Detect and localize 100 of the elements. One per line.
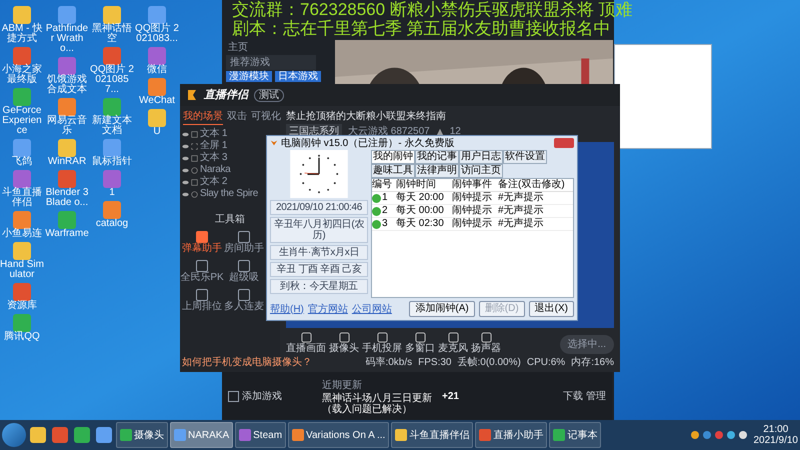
footer-link[interactable]: 公司网站 <box>352 302 392 316</box>
taskbar-button[interactable]: 摄像头 <box>116 422 168 448</box>
source-item[interactable]: Slay the Spire <box>200 188 258 200</box>
tool-label: 超级吸 <box>229 272 259 284</box>
filter-tag[interactable]: 日本游戏 <box>275 71 321 82</box>
alarm-tab[interactable]: 趣味工具 <box>371 164 415 178</box>
stat-text: FPS:30 <box>418 357 452 369</box>
taskbar-button[interactable]: 记事本 <box>549 422 602 448</box>
app-icon[interactable] <box>148 6 166 24</box>
alarm-tab[interactable]: 访问主页 <box>459 164 503 178</box>
control-button[interactable]: 多窗口 <box>405 332 435 354</box>
app-icon[interactable] <box>74 427 90 443</box>
start-button[interactable] <box>2 423 26 447</box>
stream-title: 禁止抢顶猪的大断粮小联盟来终指南 <box>286 110 446 124</box>
icon-label: Warframe <box>45 229 89 239</box>
taskbar-button[interactable]: 直播小助手 <box>475 422 548 448</box>
tool-icon[interactable] <box>238 260 250 272</box>
close-icon[interactable] <box>554 138 574 148</box>
table-cell-text: 每天 20:00 <box>396 192 445 204</box>
table-cell-text: #无声提示 <box>498 192 545 204</box>
control-icon <box>414 332 426 343</box>
scene-tab[interactable]: 双击 <box>227 109 247 125</box>
app-icon[interactable] <box>103 47 121 65</box>
clock-date: 2021/9/10 <box>754 435 798 446</box>
overlay-text: 剧本：志在千里第七季 第五届水友助曹接收报名中 <box>232 19 612 38</box>
icon-label: 黑神话悟空 <box>91 24 133 44</box>
source-item[interactable]: Naraka <box>200 164 230 176</box>
logo-icon <box>270 139 278 147</box>
control-button[interactable]: 摄像头 <box>329 332 359 354</box>
scene-tab[interactable]: 可视化 <box>251 109 281 125</box>
icon-label: 1 <box>108 188 116 198</box>
tool-icon[interactable] <box>238 289 250 301</box>
tool-icon[interactable] <box>196 260 208 272</box>
alarm-tab[interactable]: 我的记事 <box>415 150 459 164</box>
eye-icon[interactable] <box>182 180 189 184</box>
scene-tab[interactable]: 我的场景 <box>183 109 223 125</box>
source-item[interactable]: 全屏 1 <box>200 140 228 152</box>
icon-label: catalog <box>94 219 130 229</box>
app-icon[interactable] <box>30 427 46 443</box>
alarm-tab[interactable]: 用户日志 <box>459 150 503 164</box>
start-button[interactable]: 选择中... <box>560 335 614 354</box>
app-logo: 直播伴侣 <box>204 88 248 103</box>
column-header[interactable]: 闹钟事件 <box>452 179 498 192</box>
alarm-tab[interactable]: 法律声明 <box>415 164 459 178</box>
source-item[interactable]: 文本 1 <box>200 128 228 140</box>
news-headline[interactable]: 黑神话斗场八月三日更新（载入问题已解决） <box>322 392 432 414</box>
icon-label: Pathfinder Wrath o... <box>45 24 89 54</box>
tool-label: 全民乐PK <box>180 272 224 284</box>
eye-icon[interactable] <box>182 168 189 172</box>
filter-tag[interactable]: 漫游模块 <box>226 71 272 82</box>
tool-icon[interactable] <box>238 231 250 243</box>
icon-label: 飞鸽 <box>11 157 33 167</box>
control-button[interactable]: 扬声器 <box>471 332 501 354</box>
app-icon <box>120 429 132 441</box>
app-icon[interactable] <box>96 427 112 443</box>
eye-icon[interactable] <box>182 132 189 136</box>
eye-icon[interactable] <box>182 192 189 196</box>
taskbar-button[interactable]: Variations On A ... <box>288 422 390 448</box>
stat-text: CPU:6% <box>526 357 566 369</box>
app-icon <box>292 429 304 441</box>
alarm-tab[interactable]: 我的闹钟 <box>371 150 415 164</box>
app-icon[interactable] <box>52 427 68 443</box>
window-title: 电脑闹钟 v15.0（已注册）- 永久免费版 <box>281 136 454 150</box>
taskbar-button[interactable]: 斗鱼直播伴侣 <box>391 422 474 448</box>
tray-icons-drawing[interactable] <box>690 430 750 440</box>
download-link[interactable]: 下载 管理 <box>563 388 606 404</box>
app-icon[interactable] <box>58 98 76 116</box>
taskbar-button[interactable]: Steam <box>235 422 286 448</box>
column-header[interactable]: 编号 <box>372 179 396 192</box>
source-icon <box>191 142 198 150</box>
column-header[interactable]: 闹钟时间 <box>396 179 452 192</box>
tool-icon[interactable] <box>196 289 208 301</box>
control-button[interactable]: 直播画面 <box>286 332 326 354</box>
control-button[interactable]: 手机投屏 <box>362 332 402 354</box>
eye-icon[interactable] <box>182 156 189 160</box>
alarm-tab[interactable]: 软件设置 <box>503 150 547 164</box>
table-cell-text: 闹钟提示 <box>452 218 493 230</box>
source-icon <box>191 130 198 138</box>
app-icon <box>239 429 252 441</box>
icon-label: 新建文本文档 <box>91 116 133 136</box>
footer-link[interactable]: 帮助(H) <box>270 302 304 316</box>
taskbar-button[interactable]: NARAKA <box>170 422 234 448</box>
stat-text: 丢帧:0(0.00%) <box>457 357 521 369</box>
dialog-button[interactable]: 退出(X) <box>528 301 574 317</box>
dialog-button[interactable]: 添加闹钟(A) <box>409 301 475 317</box>
control-icon <box>480 332 492 343</box>
footer-link[interactable]: 官方网站 <box>308 302 348 316</box>
add-game-button[interactable]: 添加游戏 <box>228 388 282 404</box>
tip-link[interactable]: 如何把手机变成电脑摄像头？ <box>180 357 314 369</box>
icon-label: QQ图片 20210857... <box>90 65 134 95</box>
source-item[interactable]: 文本 2 <box>200 176 228 188</box>
news-tag: 近期更新 <box>322 378 432 392</box>
eye-icon[interactable] <box>182 144 189 148</box>
table-cell-text: 每天 02:30 <box>396 218 445 230</box>
search-field[interactable]: 推荐游戏 <box>226 55 316 70</box>
control-button[interactable]: 麦克风 <box>438 332 468 354</box>
source-item[interactable]: 文本 3 <box>200 152 228 164</box>
icon-label: 网易云音乐 <box>46 116 88 136</box>
tool-label: 房间助手 <box>224 243 264 255</box>
app-icon <box>553 429 566 441</box>
